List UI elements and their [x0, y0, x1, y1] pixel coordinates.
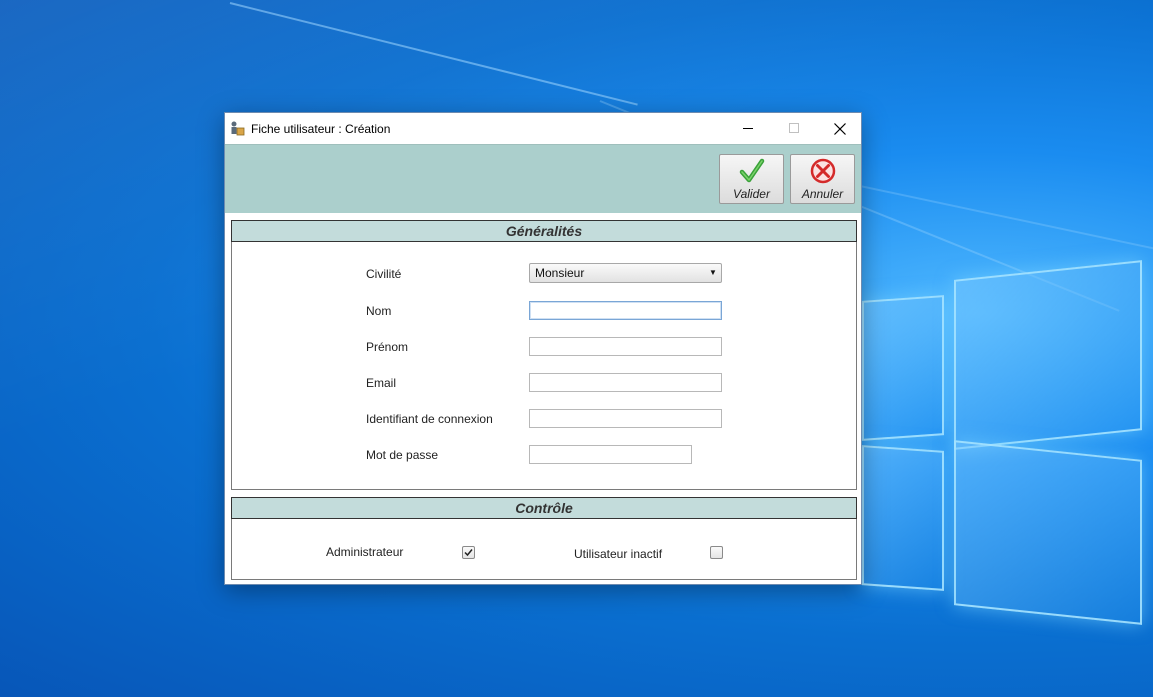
close-icon: [834, 122, 846, 135]
administrateur-checkbox[interactable]: [462, 546, 475, 559]
minimize-icon: [742, 128, 753, 129]
windows-logo-pane: [954, 440, 1142, 625]
section-controle-title: Contrôle: [231, 497, 857, 519]
action-toolbar: Valider Annuler: [225, 144, 861, 213]
app-icon: [231, 121, 245, 135]
inactif-checkbox[interactable]: [710, 546, 723, 559]
valider-label: Valider: [733, 187, 770, 201]
identifiant-field[interactable]: [529, 409, 722, 428]
wallpaper-beam: [229, 2, 638, 106]
valider-button[interactable]: Valider: [719, 154, 784, 204]
prenom-field[interactable]: [529, 337, 722, 356]
civilite-select[interactable]: Monsieur ▼: [529, 263, 722, 283]
civilite-label: Civilité: [366, 267, 402, 281]
motdepasse-label: Mot de passe: [366, 448, 439, 462]
checkmark-icon: [464, 549, 473, 557]
title-bar[interactable]: Fiche utilisateur : Création: [225, 113, 861, 144]
prenom-label: Prénom: [366, 340, 409, 354]
windows-logo-pane: [862, 445, 944, 591]
nom-field[interactable]: [529, 301, 722, 320]
section-controle: Contrôle Administrateur Utilisateur inac…: [231, 497, 857, 580]
windows-logo-pane: [862, 295, 944, 441]
section-generalites-title: Généralités: [231, 220, 857, 242]
inactif-label: Utilisateur inactif: [574, 547, 663, 561]
maximize-icon: [788, 123, 799, 133]
section-generalites: Généralités Civilité Monsieur ▼ Nom Prén…: [231, 220, 857, 490]
windows-logo-pane: [954, 260, 1142, 450]
nom-label: Nom: [366, 304, 392, 318]
minimize-button[interactable]: [725, 113, 771, 144]
green-checkmark-icon: [739, 158, 764, 183]
email-label: Email: [366, 376, 397, 390]
chevron-down-icon: ▼: [709, 268, 717, 277]
email-field[interactable]: [529, 373, 722, 392]
annuler-button[interactable]: Annuler: [790, 154, 855, 204]
administrateur-label: Administrateur: [326, 545, 404, 559]
annuler-label: Annuler: [801, 187, 844, 201]
civilite-selected-value: Monsieur: [535, 266, 585, 280]
red-cancel-icon: [810, 158, 835, 184]
wallpaper-beam: [859, 185, 1153, 250]
user-form-window: Fiche utilisateur : Création Valider Ann…: [224, 112, 862, 585]
close-button[interactable]: [817, 113, 863, 144]
identifiant-label: Identifiant de connexion: [366, 412, 493, 426]
maximize-button[interactable]: [771, 113, 817, 144]
window-title: Fiche utilisateur : Création: [251, 121, 391, 136]
motdepasse-field[interactable]: [529, 445, 692, 464]
